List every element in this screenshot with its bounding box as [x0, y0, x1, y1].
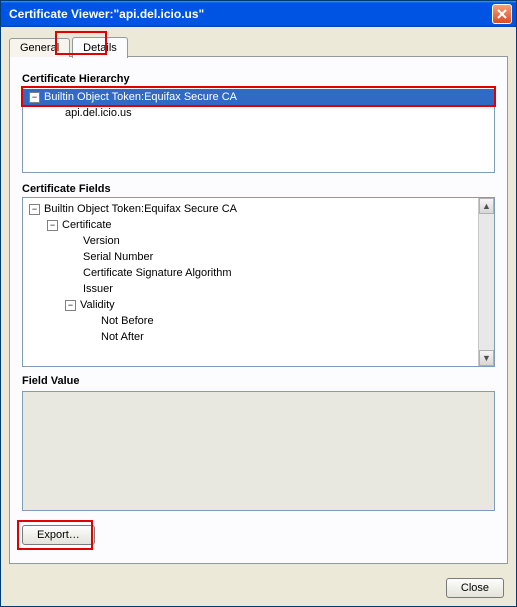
tree-item-label: Builtin Object Token:Equifax Secure CA	[44, 203, 237, 215]
fields-scrollbar[interactable]: ▲ ▼	[478, 198, 494, 366]
fields-item-serial[interactable]: Serial Number	[23, 249, 478, 265]
tab-details[interactable]: Details	[72, 37, 128, 58]
tree-item-label: Issuer	[83, 283, 113, 295]
scroll-down-icon[interactable]: ▼	[479, 350, 494, 366]
hierarchy-item-root[interactable]: − Builtin Object Token:Equifax Secure CA	[23, 89, 494, 105]
collapse-icon[interactable]: −	[47, 220, 58, 231]
client-area: General Details Certificate Hierarchy − …	[1, 27, 516, 570]
tab-panel-details: Certificate Hierarchy − Builtin Object T…	[9, 56, 508, 564]
close-icon[interactable]	[492, 4, 512, 24]
tab-strip: General Details	[9, 35, 508, 57]
titlebar[interactable]: Certificate Viewer:"api.del.icio.us"	[1, 1, 516, 27]
tree-item-label: Not After	[101, 331, 144, 343]
tree-item-label: Not Before	[101, 315, 154, 327]
fields-item-certificate[interactable]: − Certificate	[23, 217, 478, 233]
fields-item-notbefore[interactable]: Not Before	[23, 313, 478, 329]
fields-item-version[interactable]: Version	[23, 233, 478, 249]
collapse-icon[interactable]: −	[29, 204, 40, 215]
fields-label: Certificate Fields	[22, 183, 495, 195]
dialog-button-bar: Close	[1, 570, 516, 606]
hierarchy-label: Certificate Hierarchy	[22, 73, 495, 85]
window-title: Certificate Viewer:"api.del.icio.us"	[9, 7, 492, 21]
tab-label: Details	[83, 42, 117, 54]
button-label: Close	[461, 582, 489, 594]
fields-item-sigalg[interactable]: Certificate Signature Algorithm	[23, 265, 478, 281]
button-label: Export…	[37, 529, 80, 541]
collapse-icon[interactable]: −	[29, 92, 40, 103]
fields-item-notafter[interactable]: Not After	[23, 329, 478, 345]
collapse-icon[interactable]: −	[65, 300, 76, 311]
tree-item-label: api.del.icio.us	[65, 107, 132, 119]
cert-fields-tree[interactable]: − Builtin Object Token:Equifax Secure CA…	[22, 197, 495, 367]
scroll-track[interactable]	[479, 214, 494, 350]
tree-item-label: Validity	[80, 299, 115, 311]
hierarchy-item-leaf[interactable]: api.del.icio.us	[23, 105, 494, 121]
tab-label: General	[20, 42, 59, 54]
close-button[interactable]: Close	[446, 578, 504, 598]
scroll-up-icon[interactable]: ▲	[479, 198, 494, 214]
tree-item-label: Builtin Object Token:Equifax Secure CA	[44, 91, 237, 103]
tree-item-label: Serial Number	[83, 251, 153, 263]
field-value-label: Field Value	[22, 375, 495, 387]
tab-general[interactable]: General	[9, 38, 70, 57]
field-value-display	[22, 391, 495, 511]
fields-item-issuer[interactable]: Issuer	[23, 281, 478, 297]
export-button[interactable]: Export…	[22, 525, 95, 545]
certificate-viewer-window: Certificate Viewer:"api.del.icio.us" Gen…	[0, 0, 517, 607]
fields-item-validity[interactable]: − Validity	[23, 297, 478, 313]
fields-item-root[interactable]: − Builtin Object Token:Equifax Secure CA	[23, 201, 478, 217]
cert-hierarchy-tree[interactable]: − Builtin Object Token:Equifax Secure CA…	[22, 87, 495, 173]
tree-item-label: Version	[83, 235, 120, 247]
tree-item-label: Certificate	[62, 219, 112, 231]
tree-item-label: Certificate Signature Algorithm	[83, 267, 232, 279]
